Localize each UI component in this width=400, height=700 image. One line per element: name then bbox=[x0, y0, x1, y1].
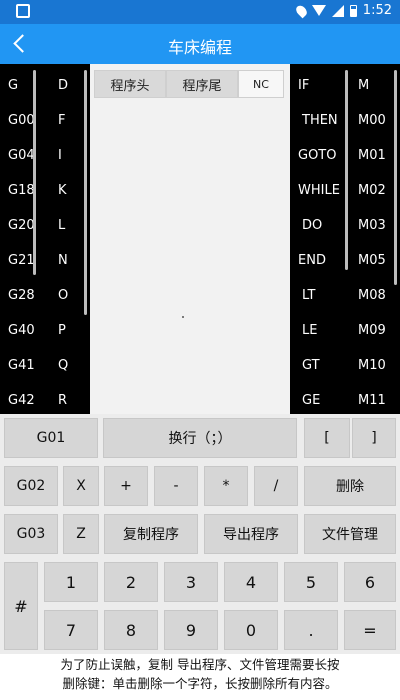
code-item-f[interactable]: F bbox=[58, 113, 65, 128]
scrollbar-params[interactable] bbox=[84, 70, 87, 315]
g02-button[interactable]: G02 bbox=[4, 466, 58, 506]
usage-note: 为了防止误触，复制 导出程序、文件管理需要长按 删除键：单击删除一个字符，长按删… bbox=[0, 655, 400, 693]
code-item-q[interactable]: Q bbox=[58, 358, 68, 373]
file-manager-button[interactable]: 文件管理 bbox=[304, 514, 396, 554]
digit-9-button[interactable]: 9 bbox=[164, 610, 218, 650]
plus-button[interactable]: + bbox=[104, 466, 148, 506]
usage-note-line-2: 删除键：单击删除一个字符，长按删除所有内容。 bbox=[62, 676, 338, 691]
digit-8-button[interactable]: 8 bbox=[104, 610, 158, 650]
scrollbar-g[interactable] bbox=[33, 70, 36, 275]
location-icon bbox=[293, 3, 309, 18]
code-item-ge[interactable]: GE bbox=[302, 393, 320, 408]
delete-button[interactable]: 删除 bbox=[304, 466, 396, 506]
status-icons: 1:52 bbox=[293, 3, 392, 18]
digit-2-button[interactable]: 2 bbox=[104, 562, 158, 602]
code-item-g[interactable]: G bbox=[8, 78, 18, 93]
code-item-i[interactable]: I bbox=[58, 148, 62, 163]
code-item-g18[interactable]: G18 bbox=[8, 183, 35, 198]
code-item-m11[interactable]: M11 bbox=[358, 393, 386, 408]
left-bracket-button[interactable]: [ bbox=[304, 418, 350, 458]
app-bar: 车床编程 bbox=[0, 24, 400, 64]
code-item-m10[interactable]: M10 bbox=[358, 358, 386, 373]
code-item-m00[interactable]: M00 bbox=[358, 113, 386, 128]
z-button[interactable]: Z bbox=[63, 514, 99, 554]
digit-6-button[interactable]: 6 bbox=[344, 562, 396, 602]
code-item-goto[interactable]: GOTO bbox=[298, 148, 336, 163]
signal-icon bbox=[331, 4, 344, 17]
code-item-m02[interactable]: M02 bbox=[358, 183, 386, 198]
cursor-dot bbox=[182, 316, 184, 318]
code-item-g21[interactable]: G21 bbox=[8, 253, 35, 268]
code-item-g20[interactable]: G20 bbox=[8, 218, 35, 233]
tab-nc[interactable]: NC bbox=[238, 70, 284, 98]
digit-4-button[interactable]: 4 bbox=[224, 562, 278, 602]
code-item-gt[interactable]: GT bbox=[302, 358, 320, 373]
code-item-le[interactable]: LE bbox=[302, 323, 317, 338]
code-item-r[interactable]: R bbox=[58, 393, 67, 408]
code-item-while[interactable]: WHILE bbox=[298, 183, 340, 198]
divide-button[interactable]: / bbox=[254, 466, 298, 506]
digit-1-button[interactable]: 1 bbox=[44, 562, 98, 602]
code-item-then[interactable]: THEN bbox=[302, 113, 338, 128]
status-bar: 1:52 bbox=[0, 0, 400, 24]
right-bracket-button[interactable]: ] bbox=[352, 418, 396, 458]
dot-button[interactable]: . bbox=[284, 610, 338, 650]
g03-button[interactable]: G03 bbox=[4, 514, 58, 554]
tab-program-head[interactable]: 程序头 bbox=[94, 70, 166, 98]
code-item-m03[interactable]: M03 bbox=[358, 218, 386, 233]
minus-button[interactable]: - bbox=[154, 466, 198, 506]
page-title: 车床编程 bbox=[167, 38, 232, 57]
notification-icon bbox=[16, 4, 30, 18]
code-item-m08[interactable]: M08 bbox=[358, 288, 386, 303]
scrollbar-control[interactable] bbox=[345, 70, 348, 270]
digit-3-button[interactable]: 3 bbox=[164, 562, 218, 602]
digit-5-button[interactable]: 5 bbox=[284, 562, 338, 602]
code-item-o[interactable]: O bbox=[58, 288, 68, 303]
code-item-g41[interactable]: G41 bbox=[8, 358, 35, 373]
code-item-if[interactable]: IF bbox=[298, 78, 309, 93]
export-program-button[interactable]: 导出程序 bbox=[204, 514, 298, 554]
program-editor[interactable] bbox=[90, 64, 290, 414]
code-item-do[interactable]: DO bbox=[302, 218, 322, 233]
multiply-button[interactable]: * bbox=[204, 466, 248, 506]
code-item-g00[interactable]: G00 bbox=[8, 113, 35, 128]
code-item-m01[interactable]: M01 bbox=[358, 148, 386, 163]
digit-0-button[interactable]: 0 bbox=[224, 610, 278, 650]
status-time: 1:52 bbox=[362, 3, 392, 18]
code-item-l[interactable]: L bbox=[58, 218, 65, 233]
copy-program-button[interactable]: 复制程序 bbox=[104, 514, 198, 554]
x-button[interactable]: X bbox=[63, 466, 99, 506]
digit-7-button[interactable]: 7 bbox=[44, 610, 98, 650]
code-item-m[interactable]: M bbox=[358, 78, 369, 93]
code-item-k[interactable]: K bbox=[58, 183, 67, 198]
scrollbar-m[interactable] bbox=[394, 70, 397, 285]
battery-icon bbox=[349, 4, 357, 17]
equals-button[interactable]: = bbox=[344, 610, 396, 650]
tab-program-tail[interactable]: 程序尾 bbox=[166, 70, 238, 98]
control-code-panel: IF THEN GOTO WHILE DO END LT LE GT GE M … bbox=[290, 64, 400, 414]
usage-note-line-1: 为了防止误触，复制 导出程序、文件管理需要长按 bbox=[60, 657, 340, 672]
code-item-n[interactable]: N bbox=[58, 253, 68, 268]
g-code-panel: G G00 G04 G18 G20 G21 G28 G40 G41 G42 D … bbox=[0, 64, 90, 414]
g01-button[interactable]: G01 bbox=[4, 418, 98, 458]
code-item-m05[interactable]: M05 bbox=[358, 253, 386, 268]
code-item-end[interactable]: END bbox=[298, 253, 326, 268]
code-item-g42[interactable]: G42 bbox=[8, 393, 35, 408]
code-item-p[interactable]: P bbox=[58, 323, 66, 338]
code-item-g28[interactable]: G28 bbox=[8, 288, 35, 303]
code-item-g04[interactable]: G04 bbox=[8, 148, 35, 163]
hash-button[interactable]: # bbox=[4, 562, 38, 650]
wifi-icon bbox=[311, 5, 326, 16]
code-item-m09[interactable]: M09 bbox=[358, 323, 386, 338]
newline-button[interactable]: 换行（；） bbox=[103, 418, 297, 458]
code-item-lt[interactable]: LT bbox=[302, 288, 315, 303]
code-item-g40[interactable]: G40 bbox=[8, 323, 35, 338]
code-item-d[interactable]: D bbox=[58, 78, 68, 93]
